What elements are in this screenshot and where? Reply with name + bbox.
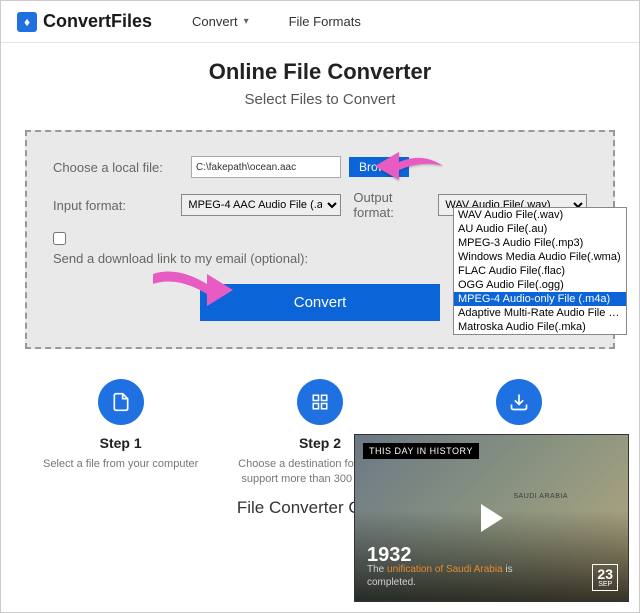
download-icon bbox=[496, 379, 542, 425]
dropdown-option[interactable]: FLAC Audio File(.flac) bbox=[454, 264, 626, 278]
file-path-input[interactable] bbox=[191, 156, 341, 178]
dropdown-option[interactable]: OGG Audio File(.ogg) bbox=[454, 278, 626, 292]
dropdown-option[interactable]: MPEG-3 Audio File(.mp3) bbox=[454, 236, 626, 250]
page-title: Online File Converter bbox=[1, 59, 639, 85]
convert-button[interactable]: Convert bbox=[200, 284, 440, 321]
logo-icon: ♦ bbox=[17, 12, 37, 32]
step-title: Step 1 bbox=[36, 435, 206, 451]
output-format-label: Output format: bbox=[353, 190, 430, 220]
nav-file-formats[interactable]: File Formats bbox=[289, 14, 361, 29]
main-nav: Convert ▾ File Formats bbox=[192, 14, 361, 29]
video-link[interactable]: unification of Saudi Arabia bbox=[387, 564, 503, 575]
nav-convert[interactable]: Convert ▾ bbox=[192, 14, 249, 29]
dropdown-option[interactable]: Matroska Audio File(.mka) bbox=[454, 320, 626, 334]
choose-file-label: Choose a local file: bbox=[53, 160, 183, 175]
email-label: Send a download link to my email (option… bbox=[53, 251, 308, 266]
dropdown-option-selected[interactable]: MPEG-4 Audio-only File (.m4a) bbox=[454, 292, 626, 306]
hero: Online File Converter Select Files to Co… bbox=[1, 43, 639, 116]
chevron-down-icon: ▾ bbox=[244, 16, 249, 27]
brand-logo[interactable]: ♦ ConvertFiles bbox=[17, 11, 152, 32]
step-1: Step 1 Select a file from your computer bbox=[36, 379, 206, 488]
output-format-dropdown[interactable]: WAV Audio File(.wav) AU Audio File(.au) … bbox=[453, 207, 627, 335]
video-ad-overlay[interactable]: THIS DAY IN HISTORY SAUDI ARABIA 1932 Th… bbox=[354, 434, 629, 602]
email-checkbox[interactable] bbox=[53, 232, 66, 245]
map-label: SAUDI ARABIA bbox=[513, 493, 568, 500]
file-icon bbox=[98, 379, 144, 425]
step-desc: Select a file from your computer bbox=[36, 457, 206, 472]
dropdown-option[interactable]: Adaptive Multi-Rate Audio File (.amr) bbox=[454, 306, 626, 320]
play-icon[interactable] bbox=[481, 504, 503, 532]
video-tag: THIS DAY IN HISTORY bbox=[363, 443, 479, 459]
top-header: ♦ ConvertFiles Convert ▾ File Formats bbox=[1, 1, 639, 43]
grid-icon bbox=[297, 379, 343, 425]
file-row: Choose a local file: Browse bbox=[53, 156, 587, 178]
convert-panel: Choose a local file: Browse Input format… bbox=[25, 130, 615, 349]
dropdown-option[interactable]: Windows Media Audio File(.wma) bbox=[454, 250, 626, 264]
date-badge: 23 SEP bbox=[592, 564, 618, 591]
input-format-label: Input format: bbox=[53, 198, 173, 213]
dropdown-option[interactable]: AU Audio File(.au) bbox=[454, 222, 626, 236]
browse-button[interactable]: Browse bbox=[349, 157, 409, 177]
video-desc: The unification of Saudi Arabia is compl… bbox=[367, 563, 547, 589]
dropdown-option[interactable]: WAV Audio File(.wav) bbox=[454, 208, 626, 222]
page-subtitle: Select Files to Convert bbox=[1, 91, 639, 108]
brand-name: ConvertFiles bbox=[43, 11, 152, 32]
input-format-select[interactable]: MPEG-4 AAC Audio File (.a bbox=[181, 194, 341, 216]
